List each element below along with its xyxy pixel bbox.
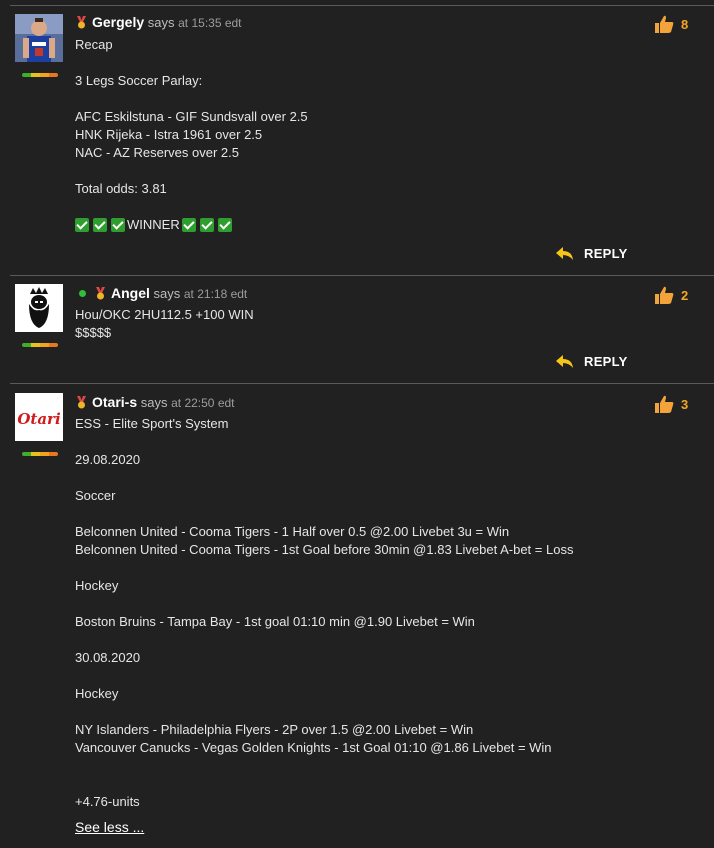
comment-time: at 15:35 edt (178, 16, 242, 30)
reply-button[interactable]: REPLY (556, 354, 628, 369)
see-less-link[interactable]: See less ... (75, 819, 144, 835)
like-button[interactable]: 3 (653, 394, 688, 414)
winner-text: WINNER (127, 217, 180, 232)
comment-body: ESS - Elite Sport's System 29.08.2020 So… (75, 416, 574, 809)
like-button[interactable]: 8 (653, 14, 688, 34)
online-status-icon (79, 290, 86, 297)
comment-body: Hou/OKC 2HU112.5 +100 WIN $$$$$ (75, 307, 254, 340)
avatar-angel[interactable] (15, 284, 63, 332)
rank-bar (22, 343, 58, 347)
comment-time: at 22:50 edt (171, 396, 235, 410)
check-icon (75, 218, 89, 232)
author-name[interactable]: Angel (111, 285, 150, 301)
says-label: says (147, 15, 175, 30)
bearded-king-icon (15, 284, 63, 332)
like-button[interactable]: 2 (653, 285, 688, 305)
player-photo-icon (15, 14, 63, 62)
check-icon (217, 218, 232, 232)
avatar-gergely[interactable] (15, 14, 63, 62)
thumbs-up-icon (655, 395, 674, 413)
reply-label: REPLY (584, 246, 628, 261)
thumbs-up-icon (655, 286, 674, 304)
like-count: 8 (681, 16, 689, 32)
medal-icon (77, 16, 86, 29)
medal-icon (96, 287, 105, 300)
rank-bar (22, 452, 58, 456)
svg-text:Otari: Otari (17, 410, 61, 428)
check-icon (111, 218, 125, 232)
check-icon (199, 218, 214, 232)
comment-separator (10, 383, 714, 384)
reply-arrow-icon (556, 354, 573, 368)
thumbs-up-icon (655, 15, 674, 33)
comment-separator (10, 5, 714, 6)
comment-header: Gergely says at 15:35 edt (75, 14, 242, 30)
says-label: says (153, 286, 181, 301)
otari-logo-icon: Otari (15, 393, 63, 441)
reply-arrow-icon (556, 246, 573, 260)
reply-label: REPLY (584, 354, 628, 369)
comment-body: Recap 3 Legs Soccer Parlay: AFC Eskilstu… (75, 37, 308, 196)
rank-bar (22, 73, 58, 77)
comment-separator (10, 275, 714, 276)
comment-header: Otari-s says at 22:50 edt (75, 394, 235, 410)
avatar-otari[interactable]: Otari (15, 393, 63, 441)
check-icon (181, 218, 196, 232)
author-name[interactable]: Otari-s (92, 394, 137, 410)
winner-line: WINNER (75, 216, 234, 234)
says-label: says (140, 395, 168, 410)
reply-button[interactable]: REPLY (556, 246, 628, 261)
check-icon (93, 218, 107, 232)
like-count: 3 (681, 396, 689, 412)
comment-header: Angel says at 21:18 edt (79, 285, 247, 301)
medal-icon (77, 396, 86, 409)
comment-time: at 21:18 edt (183, 287, 248, 301)
author-name[interactable]: Gergely (92, 14, 144, 30)
like-count: 2 (681, 287, 689, 303)
